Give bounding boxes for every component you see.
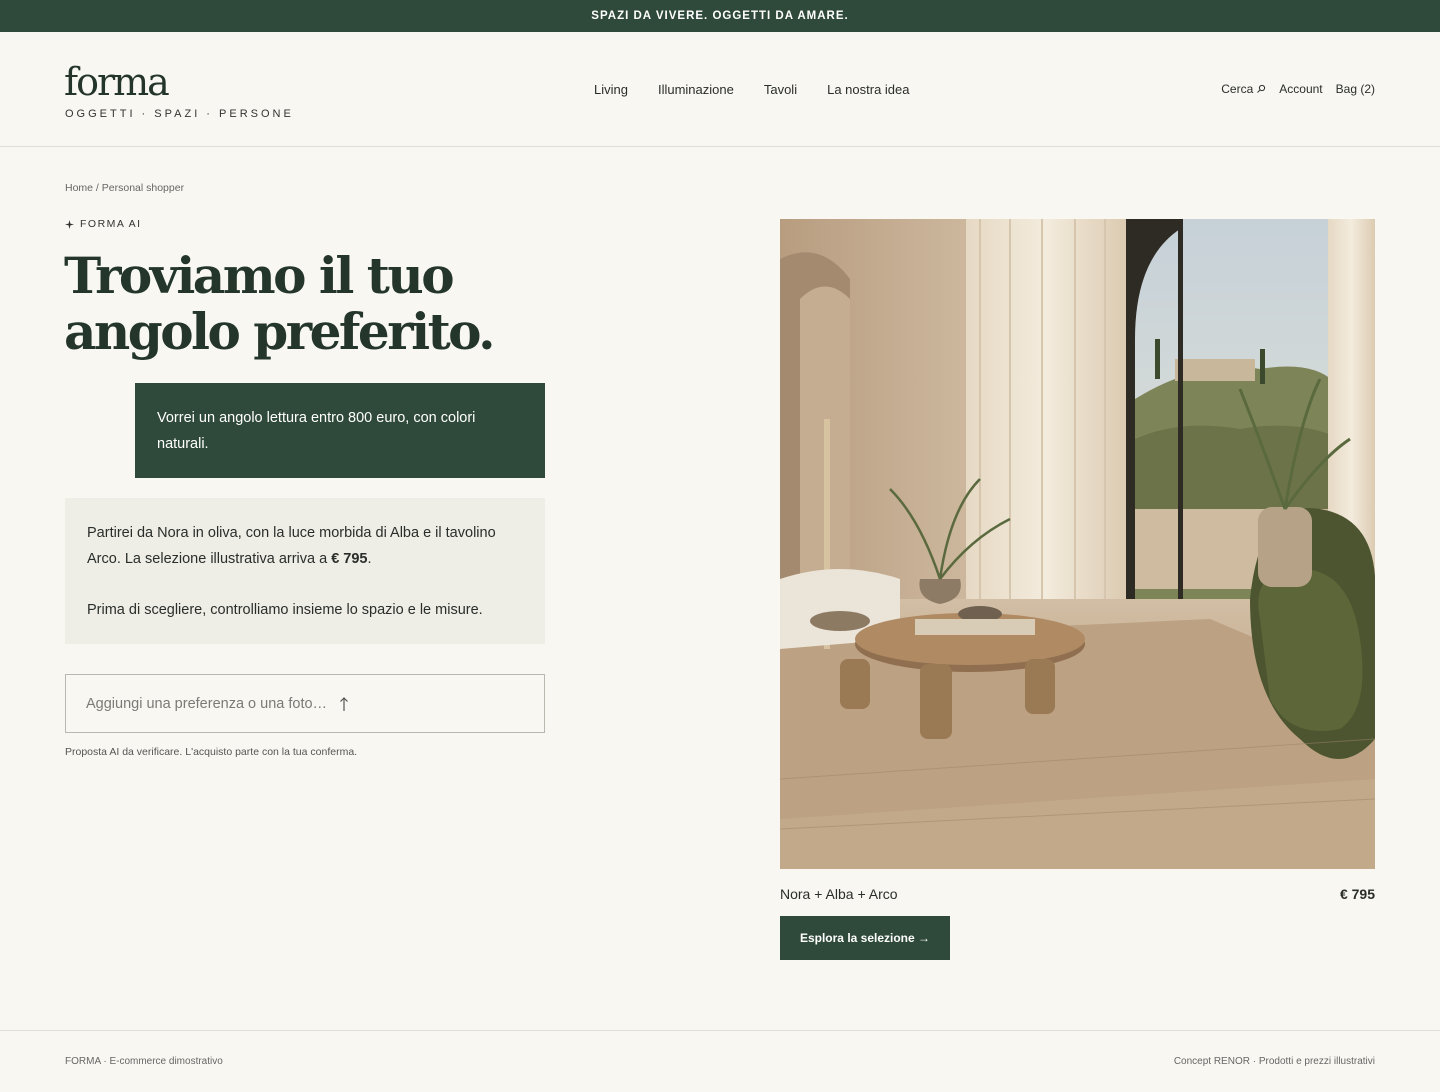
user-message: Vorrei un angolo lettura entro 800 euro,… — [135, 383, 545, 478]
site-footer: FORMA · E-commerce dimostrativo Concept … — [0, 1030, 1440, 1092]
ai-message-paragraph-1: Partirei da Nora in oliva, con la luce m… — [87, 520, 523, 572]
search-label: Cerca — [1221, 82, 1254, 96]
ai-price: € 795 — [331, 551, 368, 567]
arrow-up-icon[interactable] — [338, 696, 350, 712]
breadcrumb[interactable]: Home / Personal shopper — [65, 182, 184, 194]
room-photo — [780, 219, 1375, 869]
selection-price: € 795 — [1339, 886, 1375, 902]
nav-item-la-nostra-idea[interactable]: La nostra idea — [827, 82, 909, 97]
ai-text-after-price: . — [367, 551, 372, 567]
utility-nav: Cerca Account Bag (2) — [1221, 82, 1375, 96]
sparkle-icon — [65, 219, 74, 229]
search-icon — [1257, 84, 1266, 93]
living-room-image — [780, 219, 1375, 869]
explore-selection-button[interactable]: Esplora la selezione → — [780, 916, 950, 960]
nav-item-living[interactable]: Living — [594, 82, 628, 97]
site-header: forma OGGETTI · SPAZI · PERSONE Living I… — [0, 32, 1440, 147]
promo-text: SPAZI DA VIVERE. OGGETTI DA AMARE. — [591, 10, 849, 22]
footer-brand: FORMA · E-commerce dimostrativo — [65, 1056, 223, 1067]
nav-item-tavoli[interactable]: Tavoli — [764, 82, 797, 97]
logo[interactable]: forma — [64, 62, 170, 102]
footer-note: Concept RENOR · Prodotti e prezzi illust… — [1173, 1056, 1375, 1067]
chat-input[interactable] — [86, 695, 336, 712]
ai-disclaimer: Proposta AI da verificare. L'acquisto pa… — [65, 746, 358, 758]
eyebrow: FORMA AI — [65, 218, 142, 230]
selection-name: Nora + Alba + Arco — [780, 886, 898, 902]
ai-message-paragraph-2: Prima di scegliere, controlliamo insieme… — [87, 602, 483, 618]
ai-text-before-price: Partirei da Nora in oliva, con la luce m… — [87, 525, 496, 567]
title-line-1: Troviamo il tuo — [64, 246, 455, 305]
ai-message: Partirei da Nora in oliva, con la luce m… — [65, 498, 545, 644]
page-title: Troviamo il tuo angolo preferito. — [64, 248, 584, 360]
account-link[interactable]: Account — [1279, 82, 1322, 96]
chat-input-box[interactable] — [65, 674, 545, 733]
search-link[interactable]: Cerca — [1221, 82, 1266, 96]
tagline: OGGETTI · SPAZI · PERSONE — [65, 108, 294, 120]
nav-item-illuminazione[interactable]: Illuminazione — [658, 82, 734, 97]
title-line-2: angolo preferito. — [64, 302, 496, 361]
promo-bar: SPAZI DA VIVERE. OGGETTI DA AMARE. — [0, 0, 1440, 32]
eyebrow-label: FORMA AI — [80, 218, 142, 230]
bag-link[interactable]: Bag (2) — [1336, 82, 1375, 96]
main-nav: Living Illuminazione Tavoli La nostra id… — [594, 82, 910, 97]
